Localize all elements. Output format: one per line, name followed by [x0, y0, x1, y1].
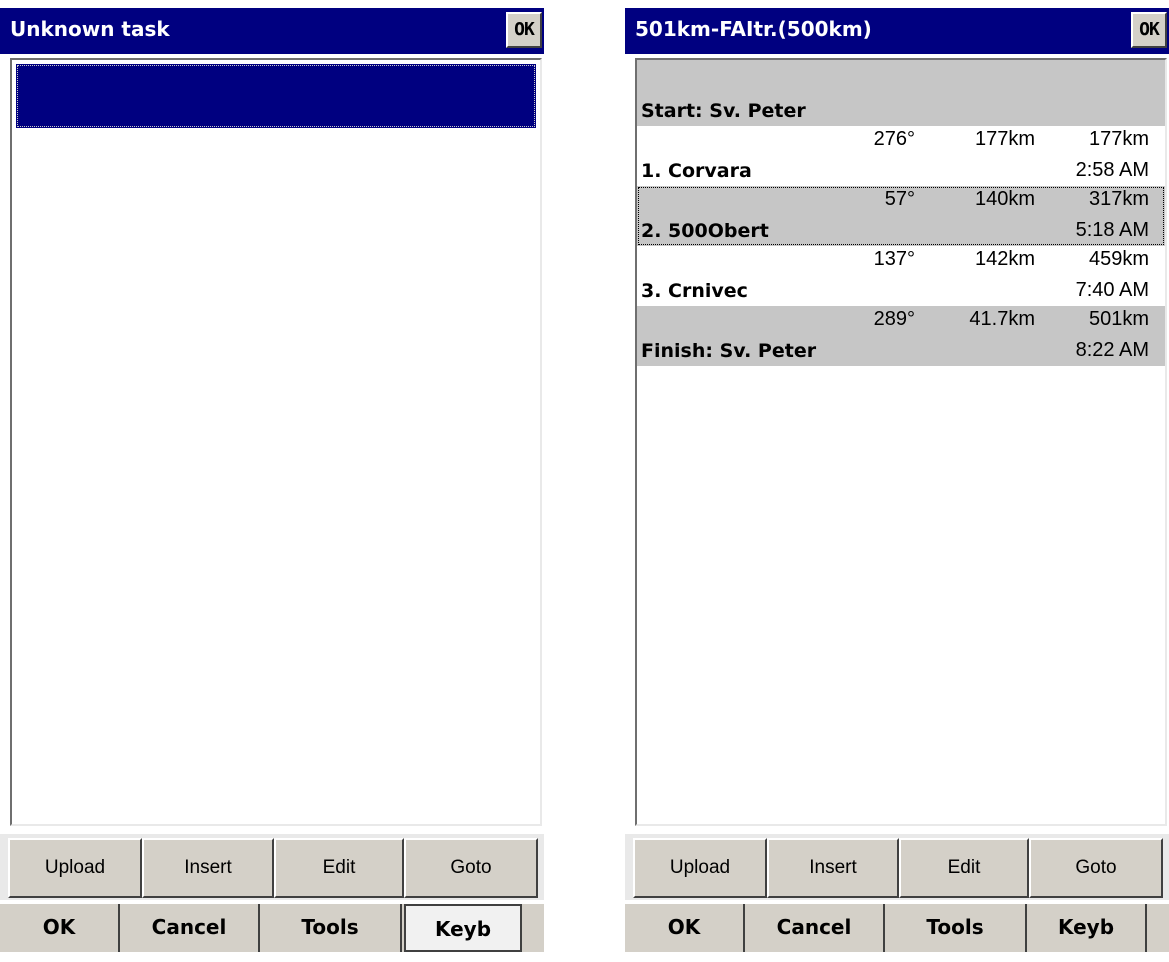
window-title: 501km-FAItr.(500km) [635, 17, 872, 41]
leg-total: 459km [1088, 248, 1149, 270]
insert-button[interactable]: Insert [142, 838, 274, 898]
leg-waypoint: 3. Crnivec [641, 280, 748, 302]
leg-bearing: 289° [873, 308, 915, 330]
window-title: Unknown task [10, 17, 170, 41]
menu-cancel-button[interactable]: Cancel [120, 904, 260, 952]
menu-tools-button[interactable]: Tools [260, 904, 402, 952]
action-button-row: Upload Insert Edit Goto [0, 834, 544, 900]
menu-tools-button[interactable]: Tools [885, 904, 1027, 952]
leg-row-finish[interactable]: 289° 41.7km 501km Finish: Sv. Peter 8:22… [637, 306, 1165, 366]
finish-waypoint: Finish: Sv. Peter [641, 340, 817, 362]
leg-distance: 140km [974, 188, 1035, 210]
task-list[interactable]: Start: Sv. Peter 276° 177km 177km 1. Cor… [635, 58, 1167, 826]
title-bar: 501km-FAItr.(500km) OK [625, 8, 1169, 54]
leg-row-1[interactable]: 276° 177km 177km 1. Corvara 2:58 AM [637, 126, 1165, 186]
menu-ok-button[interactable]: OK [0, 904, 120, 952]
goto-button[interactable]: Goto [404, 838, 538, 898]
title-ok-button[interactable]: OK [1131, 12, 1167, 48]
menu-bar: OK Cancel Tools Keyb [625, 902, 1169, 952]
insert-button[interactable]: Insert [767, 838, 899, 898]
leg-bearing: 276° [873, 128, 915, 150]
leg-total: 501km [1088, 308, 1149, 330]
start-row[interactable]: Start: Sv. Peter [637, 60, 1165, 126]
task-editor-empty: Unknown task OK Upload Insert Edit Goto … [0, 8, 544, 952]
upload-button[interactable]: Upload [8, 838, 142, 898]
leg-waypoint: 2. 500Obert [641, 220, 769, 242]
leg-time: 7:40 AM [1075, 279, 1149, 301]
leg-time: 2:58 AM [1075, 159, 1149, 181]
leg-row-2[interactable]: 57° 140km 317km 2. 500Obert 5:18 AM [637, 186, 1165, 246]
menu-keyb-button[interactable]: Keyb [404, 904, 522, 952]
goto-button[interactable]: Goto [1029, 838, 1163, 898]
edit-button[interactable]: Edit [899, 838, 1029, 898]
upload-button[interactable]: Upload [633, 838, 767, 898]
task-list[interactable] [10, 58, 542, 826]
selected-empty-row[interactable] [16, 64, 536, 128]
start-waypoint: Start: Sv. Peter [641, 100, 806, 122]
leg-row-3[interactable]: 137° 142km 459km 3. Crnivec 7:40 AM [637, 246, 1165, 306]
leg-total: 317km [1088, 188, 1149, 210]
task-editor-loaded: 501km-FAItr.(500km) OK Start: Sv. Peter … [625, 8, 1169, 952]
leg-time: 5:18 AM [1075, 219, 1149, 241]
leg-bearing: 57° [884, 188, 915, 210]
edit-button[interactable]: Edit [274, 838, 404, 898]
menu-bar: OK Cancel Tools Keyb [0, 902, 544, 952]
menu-ok-button[interactable]: OK [625, 904, 745, 952]
action-button-row: Upload Insert Edit Goto [625, 834, 1169, 900]
leg-total: 177km [1088, 128, 1149, 150]
leg-time: 8:22 AM [1075, 339, 1149, 361]
leg-bearing: 137° [873, 248, 915, 270]
leg-distance: 177km [974, 128, 1035, 150]
menu-cancel-button[interactable]: Cancel [745, 904, 885, 952]
menu-keyb-button[interactable]: Keyb [1027, 904, 1147, 952]
leg-distance: 142km [974, 248, 1035, 270]
leg-distance: 41.7km [969, 308, 1035, 330]
title-bar: Unknown task OK [0, 8, 544, 54]
title-ok-button[interactable]: OK [506, 12, 542, 48]
leg-waypoint: 1. Corvara [641, 160, 752, 182]
